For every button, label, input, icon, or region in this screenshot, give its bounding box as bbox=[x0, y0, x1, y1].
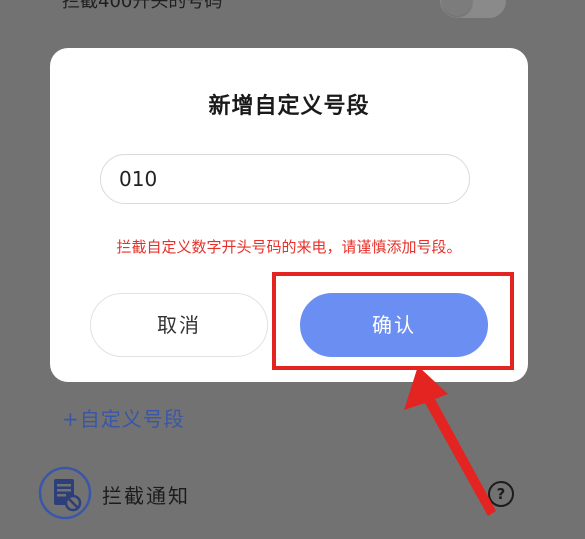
app-screen: 拦截400开头的号码 +自定义号段 拦截通知 ? 新增自定义号段 拦截自定义数字… bbox=[0, 0, 585, 539]
warning-text: 拦截自定义数字开头号码的来电，请谨慎添加号段。 bbox=[116, 238, 462, 256]
blocked-notification-icon bbox=[38, 466, 92, 520]
toggle-knob bbox=[442, 0, 472, 16]
help-circle-icon[interactable]: ? bbox=[488, 481, 514, 507]
add-custom-segment-link[interactable]: +自定义号段 bbox=[62, 403, 185, 432]
cancel-button[interactable]: 取消 bbox=[90, 293, 268, 357]
confirm-button[interactable]: 确认 bbox=[300, 293, 488, 357]
add-custom-segment-dialog: 新增自定义号段 拦截自定义数字开头号码的来电，请谨慎添加号段。 取消 确认 bbox=[50, 48, 528, 382]
intercept-400-label: 拦截400开头的号码 bbox=[62, 0, 223, 12]
intercept-notification-label: 拦截通知 bbox=[102, 484, 190, 508]
intercept-400-toggle[interactable] bbox=[440, 0, 506, 18]
dialog-title: 新增自定义号段 bbox=[208, 94, 370, 119]
segment-input[interactable] bbox=[100, 154, 470, 204]
arrow-shape bbox=[404, 366, 496, 516]
